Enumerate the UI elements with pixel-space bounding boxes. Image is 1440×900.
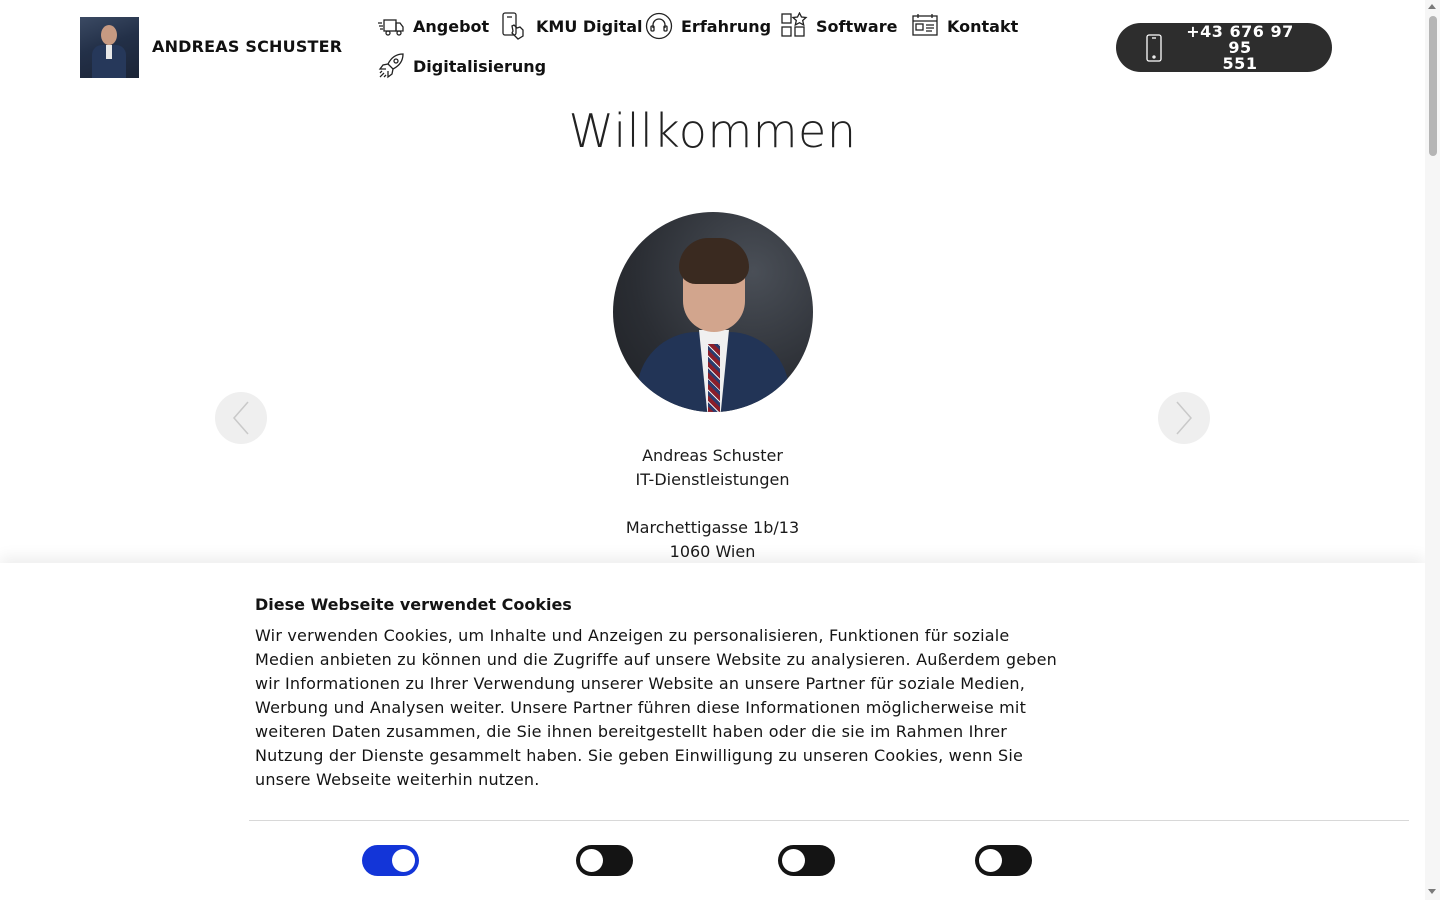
cookie-banner: Diese Webseite verwendet Cookies Wir ver… [0, 563, 1425, 900]
nav-label-digitalisierung: Digitalisierung [413, 56, 547, 76]
page-title: Willkommen [568, 104, 857, 158]
address-street: Marchettigasse 1b/13 [625, 518, 800, 537]
phone-number-line-2: 551 [1222, 53, 1258, 73]
nav-item-digitalisierung[interactable]: Digitalisierung [377, 52, 546, 80]
address-name: Andreas Schuster [642, 446, 783, 465]
nav-item-angebot[interactable]: Angebot [377, 12, 489, 40]
calendar-card-icon [912, 14, 938, 36]
nav-item-kmu-digital[interactable]: KMU Digital [500, 12, 643, 40]
address-title: IT-Dienstleistungen [635, 470, 790, 489]
smartphone-icon [1146, 34, 1162, 62]
toggle-knob [392, 849, 415, 872]
address-city: 1060 Wien [669, 542, 756, 561]
cookie-toggle-3[interactable] [778, 845, 835, 876]
scroll-up-arrow-icon[interactable] [1428, 4, 1436, 9]
nav-label-kmu-digital: KMU Digital [536, 16, 643, 36]
logo-avatar[interactable] [80, 17, 139, 78]
contact-address: Andreas Schuster IT-Dienstleistungen Mar… [0, 444, 1425, 564]
carousel-prev-button[interactable] [215, 392, 267, 444]
headset-icon [645, 12, 673, 40]
cookie-toggle-4[interactable] [975, 845, 1032, 876]
cookie-toggle-1[interactable] [362, 845, 419, 876]
avatar-head-shape [101, 25, 117, 45]
chevron-left-icon [233, 401, 249, 435]
rocket-icon [378, 53, 404, 79]
cookie-toggle-2[interactable] [576, 845, 633, 876]
cookie-title: Diese Webseite verwendet Cookies [255, 595, 572, 614]
delivery-truck-icon [378, 19, 404, 36]
cookie-text: Wir verwenden Cookies, um Inhalte und An… [255, 626, 1058, 789]
phone-number: +43 676 97 95 551 [1172, 21, 1308, 73]
profile-photo [613, 212, 813, 412]
toggle-knob [782, 849, 805, 872]
page-scrollbar[interactable] [1425, 0, 1440, 900]
phone-call-button[interactable]: +43 676 97 95 551 [1116, 23, 1332, 72]
scrollbar-thumb[interactable] [1429, 16, 1437, 156]
nav-item-kontakt[interactable]: Kontakt [911, 12, 1018, 40]
scroll-down-arrow-icon[interactable] [1428, 889, 1436, 894]
nav-item-erfahrung[interactable]: Erfahrung [645, 12, 771, 40]
portrait-tie-shape [708, 344, 720, 412]
nav-label-software: Software [816, 16, 898, 36]
nav-label-angebot: Angebot [413, 16, 490, 36]
brand-name[interactable]: ANDREAS SCHUSTER [152, 37, 342, 56]
carousel-next-button[interactable] [1158, 392, 1210, 444]
nav-item-software[interactable]: Software [780, 12, 897, 40]
avatar-shirt-shape [106, 45, 112, 59]
portrait-hair-shape [679, 238, 749, 284]
nav-label-erfahrung: Erfahrung [681, 16, 772, 36]
app-grid-icon [781, 12, 808, 37]
site-header: ANDREAS SCHUSTER Angebot KMU Digital Erf… [0, 0, 1425, 100]
toggle-knob [580, 849, 603, 872]
nav-label-kontakt: Kontakt [947, 16, 1019, 36]
toggle-knob [979, 849, 1002, 872]
touch-phone-icon [502, 12, 524, 40]
phone-number-line-1: +43 676 97 95 [1186, 21, 1294, 57]
address-spacer [0, 492, 1425, 516]
cookie-divider [249, 820, 1409, 821]
chevron-right-icon [1176, 401, 1192, 435]
